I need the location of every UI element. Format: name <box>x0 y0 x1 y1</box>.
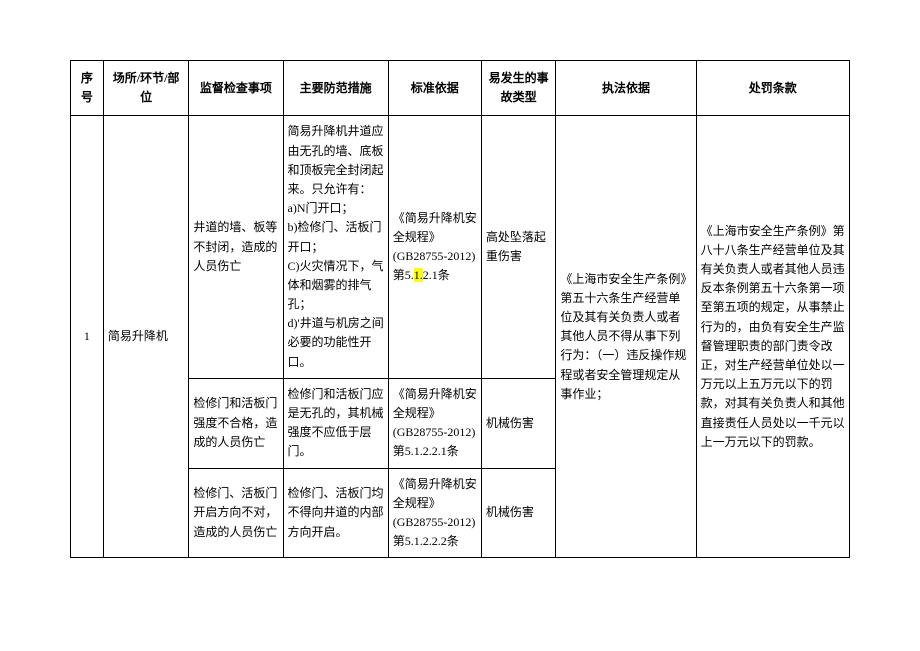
cell-measure: 检修门、活板门均不得向井道的内部方向开启。 <box>283 468 388 558</box>
header-law: 执法依据 <box>556 61 696 116</box>
header-penalty: 处罚条款 <box>696 61 849 116</box>
cell-standard: 《简易升降机安全规程》(GB28755-2012)第5.1.2.2.2条 <box>388 468 481 558</box>
cell-place: 简易升降机 <box>103 116 188 558</box>
header-measure: 主要防范措施 <box>283 61 388 116</box>
cell-inspect: 检修门、活板门开启方向不对，造成的人员伤亡 <box>189 468 283 558</box>
cell-accident: 机械伤害 <box>481 468 556 558</box>
header-inspect: 监督检查事项 <box>189 61 283 116</box>
header-accident: 易发生的事故类型 <box>481 61 556 116</box>
standard-tail: 2.1条 <box>423 268 450 282</box>
cell-inspect: 井道的墙、板等不封闭，造成的人员伤亡 <box>189 116 283 378</box>
cell-penalty: 《上海市安全生产条例》第八十八条生产经营单位及其有关负责人或者其他人员违反本条例… <box>696 116 849 558</box>
cell-inspect: 检修门和活板门强度不合格，造成的人员伤亡 <box>189 378 283 468</box>
cell-standard: 《简易升降机安全规程》(GB28755-2012)第5.1.2.2.1条 <box>388 378 481 468</box>
cell-seq: 1 <box>71 116 104 558</box>
table-header-row: 序号 场所/环节/部位 监督检查事项 主要防范措施 标准依据 易发生的事故类型 … <box>71 61 850 116</box>
cell-measure: 简易升降机井道应由无孔的墙、底板和顶板完全封闭起来。只允许有： a)N门开口； … <box>283 116 388 378</box>
header-standard: 标准依据 <box>388 61 481 116</box>
cell-measure: 检修门和活板门应是无孔的，其机械强度不应低于层门。 <box>283 378 388 468</box>
cell-law: 《上海市安全生产条例》第五十六条生产经营单位及其有关负责人或者其他人员不得从事下… <box>556 116 696 558</box>
standard-title: 《简易升降机安全规程》 <box>393 211 477 244</box>
header-place: 场所/环节/部位 <box>103 61 188 116</box>
header-seq: 序号 <box>71 61 104 116</box>
cell-accident: 高处坠落起重伤害 <box>481 116 556 378</box>
cell-accident: 机械伤害 <box>481 378 556 468</box>
cell-standard: 《简易升降机安全规程》 (GB28755-2012)第5.1.2.1条 <box>388 116 481 378</box>
table-row: 1 简易升降机 井道的墙、板等不封闭，造成的人员伤亡 简易升降机井道应由无孔的墙… <box>71 116 850 378</box>
standard-highlight: 1. <box>414 268 423 282</box>
safety-inspection-table: 序号 场所/环节/部位 监督检查事项 主要防范措施 标准依据 易发生的事故类型 … <box>70 60 850 558</box>
